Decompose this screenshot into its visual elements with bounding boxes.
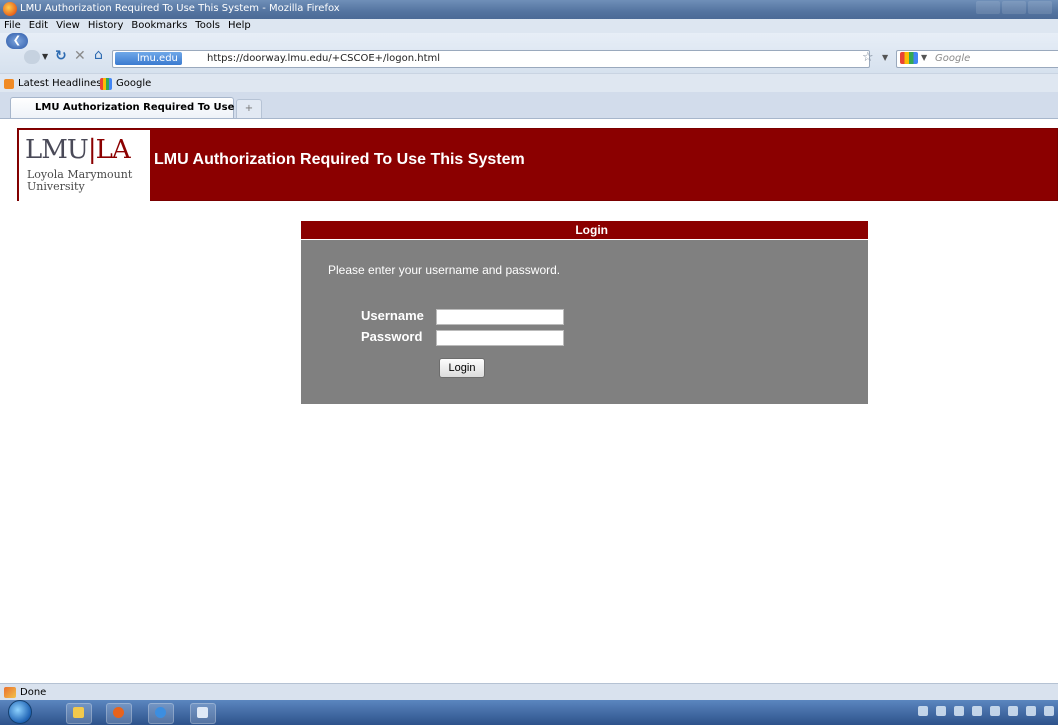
url-text[interactable]: https://doorway.lmu.edu/+CSCOE+/logon.ht… [207, 52, 440, 66]
new-tab-button[interactable]: + [236, 99, 262, 118]
status-icon [4, 687, 16, 698]
search-engine-dropdown-icon[interactable]: ▼ [921, 53, 927, 62]
tray-icon[interactable] [972, 706, 982, 716]
app-taskbar-button[interactable] [190, 703, 216, 724]
menu-tools[interactable]: Tools [195, 19, 220, 33]
home-icon[interactable]: ⌂ [94, 47, 103, 63]
search-box[interactable]: ▼ Google [896, 50, 1058, 68]
history-dropdown-icon[interactable]: ▼ [42, 52, 48, 61]
window-title-bar: LMU Authorization Required To Use This S… [0, 0, 1058, 19]
stop-icon[interactable]: ✕ [74, 48, 86, 64]
login-prompt: Please enter your username and password. [328, 263, 561, 277]
forward-button[interactable] [24, 50, 40, 64]
password-field[interactable] [436, 330, 564, 346]
tab-label: LMU Authorization Required To Use ... [35, 102, 250, 113]
rss-icon [4, 79, 14, 89]
tray-icon[interactable] [954, 706, 964, 716]
tray-icon[interactable] [936, 706, 946, 716]
navigation-toolbar: ❮ ▼ ↻ ✕ ⌂ lmu.edu https://doorway.lmu.ed… [0, 33, 1058, 73]
maximize-button[interactable] [1002, 1, 1026, 14]
explorer-taskbar-button[interactable] [66, 703, 92, 724]
close-button[interactable] [1028, 1, 1052, 14]
bookmarks-toolbar: Latest Headlines Google [0, 73, 1058, 93]
firefox-icon [3, 2, 17, 16]
google-icon [100, 78, 112, 90]
page-content: LMU|LA Loyola Marymount University LMU A… [0, 119, 1058, 683]
username-field[interactable] [436, 309, 564, 325]
reload-icon[interactable]: ↻ [55, 48, 67, 64]
status-bar: Done [0, 683, 1058, 701]
tray-icon[interactable] [918, 706, 928, 716]
site-identity-badge[interactable]: lmu.edu [115, 52, 182, 65]
tray-icon[interactable] [1008, 706, 1018, 716]
menu-bookmarks[interactable]: Bookmarks [131, 19, 187, 33]
window-title: LMU Authorization Required To Use This S… [20, 3, 340, 14]
tab-active[interactable]: LMU Authorization Required To Use ... [10, 97, 249, 118]
page-header: LMU|LA Loyola Marymount University LMU A… [17, 128, 1058, 201]
tray-icon[interactable] [1026, 706, 1036, 716]
search-placeholder[interactable]: Google [935, 52, 970, 66]
minimize-button[interactable] [976, 1, 1000, 14]
bookmark-star-icon[interactable]: ☆ [862, 50, 874, 65]
login-panel: Login Please enter your username and pas… [301, 221, 868, 404]
page-title: LMU Authorization Required To Use This S… [154, 151, 525, 168]
url-bar[interactable]: lmu.edu https://doorway.lmu.edu/+CSCOE+/… [112, 50, 870, 68]
tab-strip: LMU Authorization Required To Use ... + [0, 92, 1058, 119]
menu-edit[interactable]: Edit [29, 19, 48, 33]
url-dropdown-icon[interactable]: ▼ [882, 53, 888, 62]
firefox-taskbar-button[interactable] [106, 703, 132, 724]
password-label: Password [361, 329, 423, 344]
menu-bar: File Edit View History Bookmarks Tools H… [0, 19, 1058, 33]
menu-history[interactable]: History [88, 19, 124, 33]
window-controls [976, 1, 1052, 16]
bookmark-latest-headlines[interactable]: Latest Headlines [18, 78, 102, 89]
menu-view[interactable]: View [56, 19, 80, 33]
status-text: Done [20, 687, 47, 698]
google-search-engine-icon[interactable] [900, 52, 918, 64]
taskbar [0, 700, 1058, 725]
menu-help[interactable]: Help [228, 19, 251, 33]
logo-wordmark: LMU|LA [25, 135, 131, 165]
login-heading: Login [575, 223, 608, 237]
tray-icon[interactable] [990, 706, 1000, 716]
start-button[interactable] [8, 700, 32, 724]
system-tray [918, 706, 1054, 716]
login-panel-header: Login [301, 221, 868, 240]
lmu-logo: LMU|LA Loyola Marymount University [19, 130, 150, 201]
bookmark-google[interactable]: Google [116, 78, 151, 89]
login-button[interactable]: Login [439, 358, 485, 378]
tray-icon[interactable] [1044, 706, 1054, 716]
menu-file[interactable]: File [4, 19, 21, 33]
logo-subtitle: Loyola Marymount University [27, 168, 133, 193]
username-label: Username [361, 308, 424, 323]
internet-explorer-taskbar-button[interactable] [148, 703, 174, 724]
back-button[interactable]: ❮ [6, 33, 28, 49]
